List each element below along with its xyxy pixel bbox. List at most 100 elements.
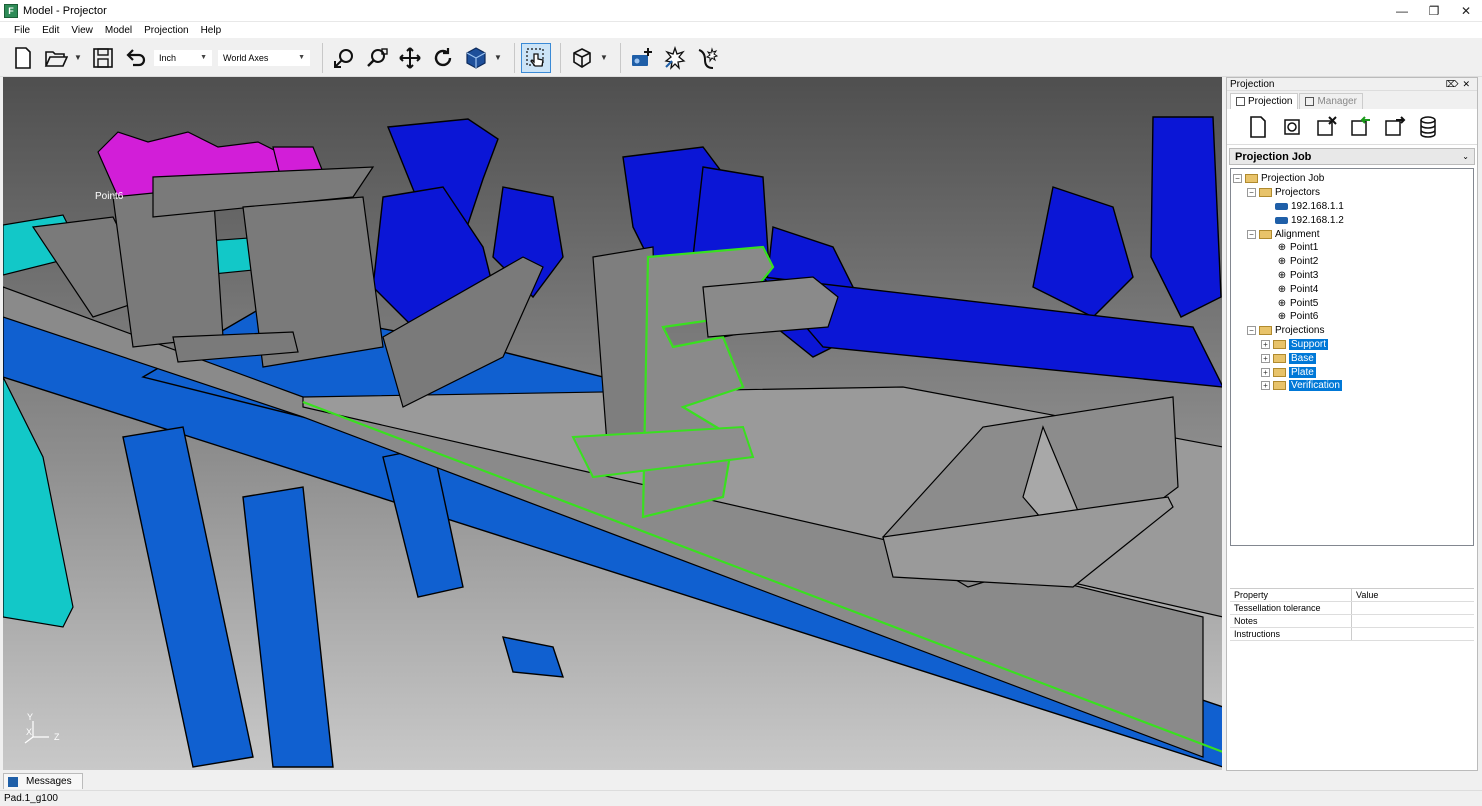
tree-label: Support — [1289, 338, 1329, 350]
open-file-button[interactable] — [41, 43, 71, 73]
rotate-button[interactable] — [428, 43, 458, 73]
close-button[interactable]: ✕ — [1450, 0, 1482, 22]
units-value: Inch — [159, 52, 177, 63]
folder-open-icon — [1259, 326, 1272, 336]
tree-label: Point2 — [1290, 256, 1319, 268]
projection-job-dropdown[interactable]: Projection Job ⌄ — [1229, 148, 1475, 165]
projector-icon — [1275, 216, 1288, 224]
select-tool-button[interactable] — [521, 42, 551, 73]
view-dropdown-arrow[interactable]: ▼ — [494, 53, 504, 62]
display-mode-button[interactable] — [567, 43, 597, 73]
expand-icon[interactable]: + — [1261, 381, 1270, 391]
tree-label: Projection Job — [1261, 173, 1325, 185]
axes-select[interactable]: World Axes ▼ — [218, 49, 310, 66]
tree-label: Plate — [1289, 366, 1316, 378]
menu-file[interactable]: File — [8, 25, 36, 36]
value-column-header: Value — [1356, 590, 1379, 600]
crosshair-icon: ⊕ — [1277, 283, 1287, 295]
property-header: Property Value — [1230, 589, 1474, 602]
zoom-fit-button[interactable] — [329, 43, 359, 73]
menu-model[interactable]: Model — [99, 25, 138, 36]
crosshair-icon: ⊕ — [1277, 297, 1287, 309]
view-cube-button[interactable] — [461, 43, 491, 73]
tree-node-point[interactable]: ⊕ Point1 — [1233, 241, 1471, 255]
close-icon[interactable]: ✕ — [1462, 79, 1474, 89]
collapse-icon[interactable]: − — [1247, 326, 1256, 336]
project-laser-button[interactable] — [660, 43, 690, 73]
tree-label: Verification — [1289, 380, 1342, 392]
property-row[interactable]: Tessellation tolerance — [1230, 602, 1474, 615]
tree-node-point[interactable]: ⊕ Point2 — [1233, 255, 1471, 269]
tree-node-projection[interactable]: + Plate — [1233, 365, 1471, 379]
pan-move-icon — [399, 46, 421, 69]
pin-icon[interactable]: ⌦ — [1446, 79, 1463, 89]
job-dropdown-value: Projection Job — [1235, 150, 1312, 163]
open-dropdown-arrow[interactable]: ▼ — [74, 53, 84, 62]
menu-view[interactable]: View — [65, 25, 99, 36]
restore-button[interactable]: ❐ — [1418, 0, 1450, 22]
messages-tab[interactable]: Messages — [3, 773, 83, 789]
toolbar-separator — [620, 42, 621, 73]
minimize-button[interactable]: — — [1386, 0, 1418, 22]
model-viewport[interactable]: Point6 Y X Z — [3, 77, 1222, 770]
menu-help[interactable]: Help — [195, 25, 228, 36]
menu-edit[interactable]: Edit — [36, 25, 65, 36]
tree-label: Point4 — [1290, 283, 1319, 295]
collapse-icon[interactable]: − — [1247, 229, 1256, 239]
menu-bar: File Edit View Model Projection Help — [0, 22, 1482, 38]
collapse-icon[interactable]: − — [1233, 174, 1242, 184]
add-projector-button[interactable] — [627, 43, 657, 73]
remove-projection-button[interactable] — [1309, 112, 1343, 142]
panel-controls: ⌦✕ — [1446, 79, 1474, 90]
units-select[interactable]: Inch ▼ — [154, 49, 212, 66]
new-job-button[interactable] — [1241, 112, 1275, 142]
tree-node-point[interactable]: ⊕ Point5 — [1233, 296, 1471, 310]
tree-node-projector[interactable]: 192.168.1.2 — [1233, 213, 1471, 227]
laser-trace-button[interactable] — [693, 43, 723, 73]
new-document-icon — [1250, 115, 1266, 138]
tree-node-point[interactable]: ⊕ Point6 — [1233, 310, 1471, 324]
property-row[interactable]: Instructions — [1230, 628, 1474, 641]
projector-icon — [1275, 202, 1288, 210]
crosshair-icon: ⊕ — [1277, 242, 1287, 254]
database-button[interactable] — [1411, 112, 1445, 142]
property-row[interactable]: Notes — [1230, 615, 1474, 628]
import-projection-button[interactable] — [1343, 112, 1377, 142]
tree-node-projection[interactable]: + Support — [1233, 338, 1471, 352]
tree-label: Projections — [1275, 325, 1325, 337]
export-projection-button[interactable] — [1377, 112, 1411, 142]
tree-node-projection[interactable]: + Base — [1233, 351, 1471, 365]
laser-star-icon — [664, 45, 686, 70]
tree-label: Point5 — [1290, 297, 1319, 309]
tab-projection[interactable]: Projection — [1230, 93, 1299, 109]
tab-label: Manager — [1317, 96, 1357, 107]
expand-icon[interactable]: + — [1261, 367, 1270, 377]
tree-node-projectors[interactable]: − Projectors — [1233, 186, 1471, 200]
folder-icon — [1273, 339, 1286, 349]
display-dropdown-arrow[interactable]: ▼ — [600, 53, 610, 62]
zoom-window-button[interactable] — [362, 43, 392, 73]
tree-node-projections[interactable]: − Projections — [1233, 324, 1471, 338]
pan-button[interactable] — [395, 43, 425, 73]
toolbar-separator — [514, 42, 515, 73]
tree-node-root[interactable]: − Projection Job — [1233, 172, 1471, 186]
panel-header: Projection ⌦✕ — [1227, 78, 1477, 91]
tree-label: 192.168.1.1 — [1291, 200, 1344, 212]
tree-node-projection[interactable]: + Verification — [1233, 379, 1471, 393]
tree-node-point[interactable]: ⊕ Point4 — [1233, 282, 1471, 296]
expand-icon[interactable]: + — [1261, 339, 1270, 349]
database-icon — [1420, 115, 1436, 138]
expand-icon[interactable]: + — [1261, 353, 1270, 363]
undo-button[interactable] — [121, 43, 151, 73]
new-file-button[interactable] — [8, 43, 38, 73]
tab-manager[interactable]: Manager — [1299, 93, 1363, 109]
tree-node-projector[interactable]: 192.168.1.1 — [1233, 200, 1471, 214]
tree-node-point[interactable]: ⊕ Point3 — [1233, 269, 1471, 283]
tree-node-alignment[interactable]: − Alignment — [1233, 227, 1471, 241]
collapse-icon[interactable]: − — [1247, 188, 1256, 198]
messages-bar: Messages — [3, 772, 1479, 789]
save-button[interactable] — [88, 43, 118, 73]
projection-settings-button[interactable] — [1275, 112, 1309, 142]
menu-projection[interactable]: Projection — [138, 25, 194, 36]
projection-tree: − Projection Job − Projectors 192.168.1.… — [1230, 168, 1474, 546]
